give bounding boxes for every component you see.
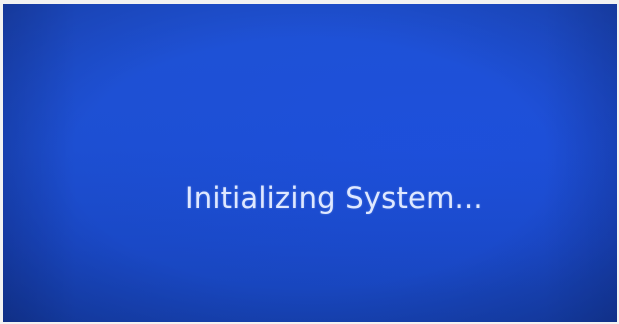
- initializing-status-text: Initializing System...: [185, 181, 483, 215]
- boot-screen: Initializing System...: [0, 0, 619, 324]
- screen-vignette: [3, 4, 617, 322]
